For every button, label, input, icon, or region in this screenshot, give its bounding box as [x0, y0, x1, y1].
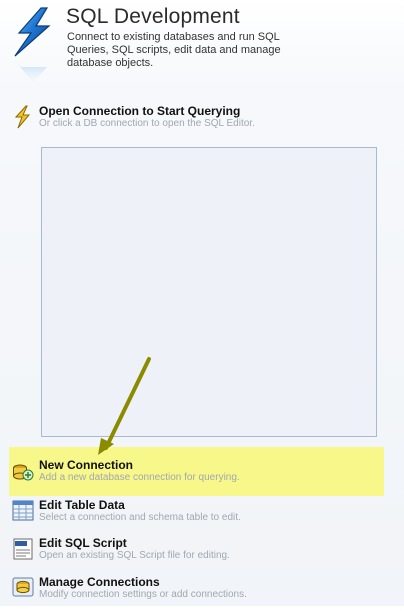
open-connection-title: Open Connection to Start Querying [39, 104, 241, 118]
new-connection-icon [13, 464, 34, 481]
edit-table-data-row[interactable]: Edit Table Data Select a connection and … [12, 498, 392, 534]
new-connection-title: New Connection [39, 458, 134, 472]
manage-connections-icon [12, 577, 34, 597]
edit-sql-script-row[interactable]: Edit SQL Script Open an existing SQL Scr… [12, 536, 392, 572]
edit-sql-script-title: Edit SQL Script [39, 536, 127, 550]
open-connection-section[interactable]: Open Connection to Start Querying Or cli… [12, 104, 392, 140]
edit-table-data-title: Edit Table Data [39, 498, 125, 512]
page-subtitle: Connect to existing databases and run SQ… [67, 31, 281, 69]
edit-sql-script-description: Open an existing SQL Script file for edi… [39, 550, 230, 561]
arrow-annotation [98, 357, 151, 455]
manage-connections-description: Modify connection settings or add connec… [39, 589, 247, 600]
table-data-icon [12, 500, 34, 521]
lightning-icon [14, 7, 51, 89]
new-connection-row[interactable]: New Connection Add a new database connec… [12, 458, 392, 494]
page-title: SQL Development [66, 5, 240, 28]
manage-connections-title: Manage Connections [39, 575, 160, 589]
new-connection-description: Add a new database connection for queryi… [39, 472, 240, 483]
sql-script-icon [13, 538, 33, 560]
lightning-icon [14, 105, 31, 129]
open-connection-description: Or click a DB connection to open the SQL… [39, 118, 255, 129]
edit-table-data-description: Select a connection and schema table to … [39, 512, 241, 523]
sql-development-header: SQL Development Connect to existing data… [0, 0, 404, 100]
